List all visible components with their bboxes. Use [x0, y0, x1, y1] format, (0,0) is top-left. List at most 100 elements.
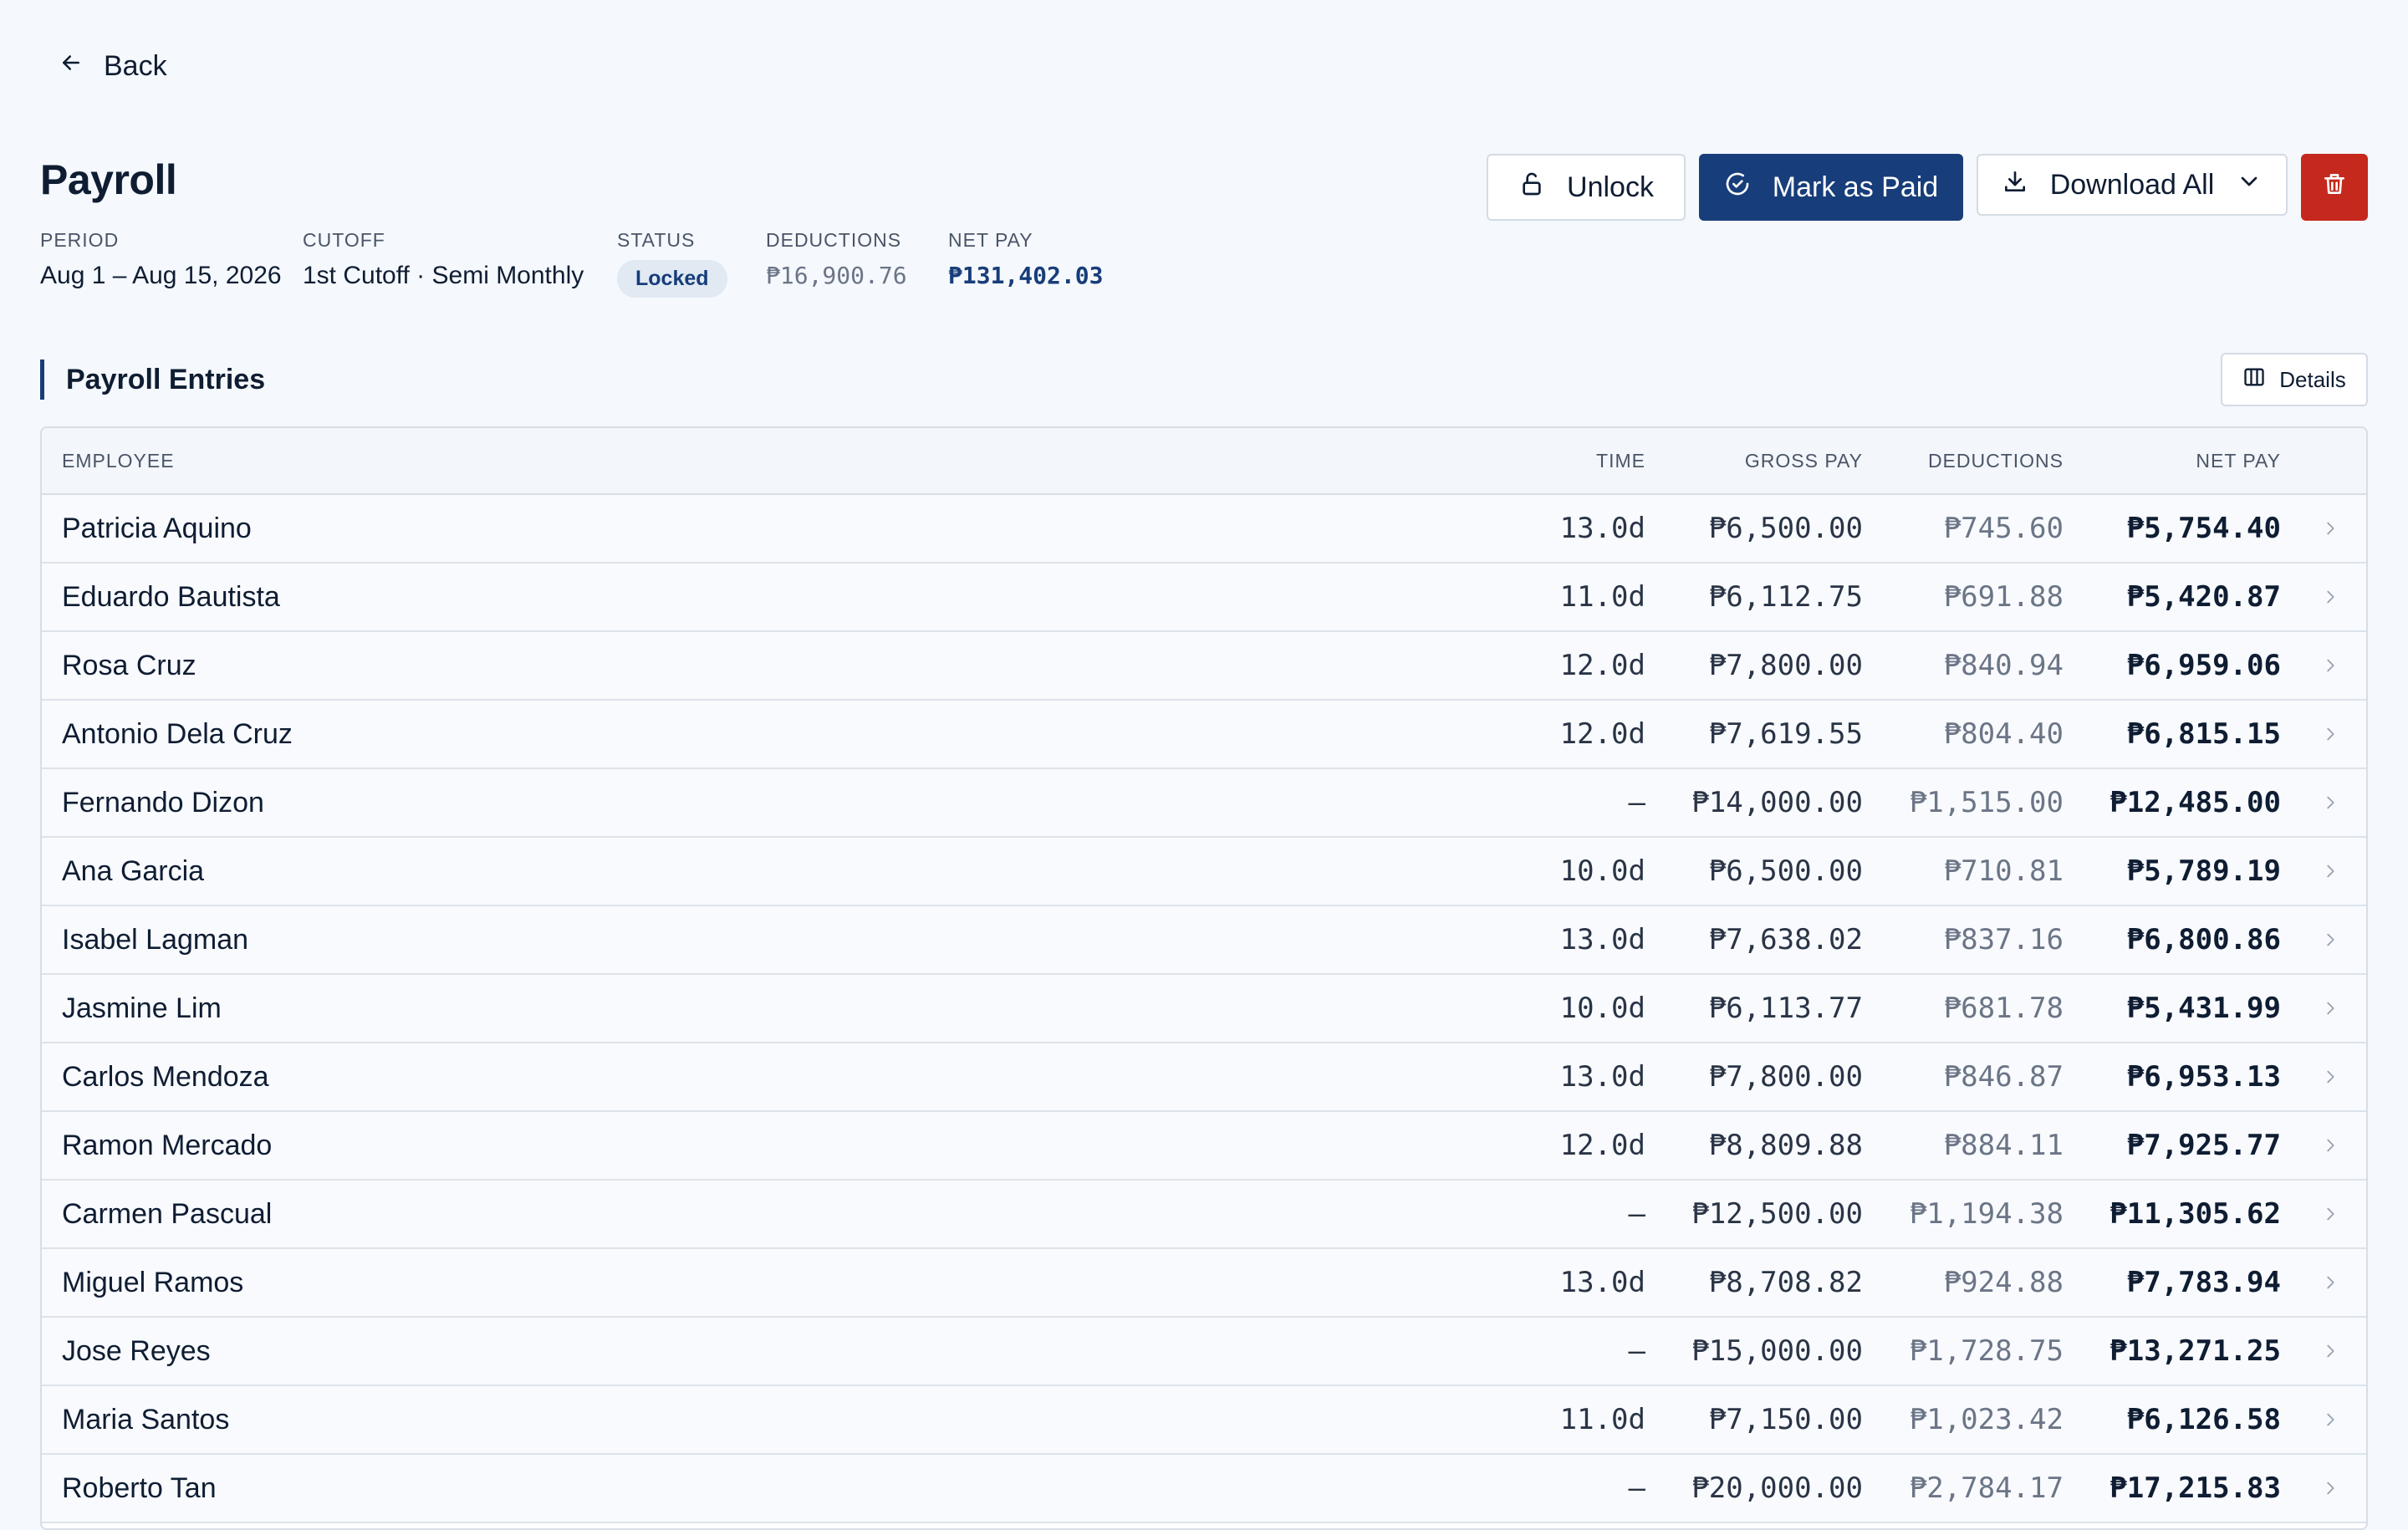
gross-pay-value: ₱7,800.00	[1708, 649, 1863, 682]
net-pay-value: ₱6,953.13	[2126, 1060, 2281, 1094]
employee-name: Rosa Cruz	[62, 650, 196, 681]
time-value: 12.0d	[1559, 717, 1645, 751]
table-row[interactable]: Ramon Mercado 12.0d ₱8,809.88 ₱884.11 ₱7,925…	[42, 1112, 2366, 1181]
status-label: STATUS	[617, 229, 696, 251]
table-row[interactable]: Maria Santos 11.0d ₱7,150.00 ₱1,023.42 ₱6,12…	[42, 1386, 2366, 1455]
gross-pay-value: ₱15,000.00	[1691, 1334, 1863, 1368]
chevron-down-icon	[2236, 168, 2263, 202]
payroll-table: EMPLOYEE TIME GROSS PAY DEDUCTIONS NET P…	[40, 426, 2368, 1530]
column-header-employee[interactable]: EMPLOYEE	[62, 428, 175, 493]
mark-as-paid-label: Mark as Paid	[1772, 171, 1939, 203]
table-row[interactable]: Jasmine Lim 10.0d ₱6,113.77 ₱681.78 ₱5,431.9…	[42, 975, 2366, 1043]
chevron-right-icon	[2321, 632, 2341, 699]
chevron-right-icon	[2321, 906, 2341, 973]
table-body: Patricia Aquino 13.0d ₱6,500.00 ₱745.60 ₱5,7…	[42, 495, 2366, 1523]
time-value: —	[1628, 1197, 1645, 1231]
net-pay-value: ₱5,420.87	[2126, 580, 2281, 614]
table-row[interactable]: Rosa Cruz 12.0d ₱7,800.00 ₱840.94 ₱6,959.06	[42, 632, 2366, 701]
deductions-value: ₱691.88	[1943, 580, 2064, 614]
meta-cutoff: CUTOFF 1st Cutoff · Semi Monthly	[303, 229, 584, 290]
time-value: 13.0d	[1559, 923, 1645, 956]
table-row[interactable]: Fernando Dizon — ₱14,000.00 ₱1,515.00 ₱12,48…	[42, 769, 2366, 838]
chevron-right-icon	[2321, 1043, 2341, 1110]
gross-pay-value: ₱6,113.77	[1708, 992, 1863, 1025]
employee-name: Jose Reyes	[62, 1335, 211, 1367]
time-value: 11.0d	[1559, 580, 1645, 614]
download-all-button[interactable]: Download All	[1977, 154, 2288, 216]
table-row[interactable]: Carmen Pascual — ₱12,500.00 ₱1,194.38 ₱11,30…	[42, 1181, 2366, 1249]
net-pay-value: ₱17,215.83	[2110, 1471, 2281, 1505]
deductions-value: ₱846.87	[1943, 1060, 2064, 1094]
table-row[interactable]: Antonio Dela Cruz 12.0d ₱7,619.55 ₱804.40 ₱6…	[42, 701, 2366, 769]
meta-deductions: DEDUCTIONS ₱16,900.76	[766, 229, 907, 289]
gross-pay-value: ₱8,708.82	[1708, 1266, 1863, 1299]
time-value: 10.0d	[1559, 854, 1645, 888]
net-pay-label: NET PAY	[948, 229, 1033, 251]
time-value: 13.0d	[1559, 512, 1645, 545]
chevron-right-icon	[2321, 1181, 2341, 1247]
gross-pay-value: ₱8,809.88	[1708, 1129, 1863, 1162]
time-value: 11.0d	[1559, 1403, 1645, 1436]
deductions-value: ₱16,900.76	[766, 262, 907, 289]
table-row[interactable]: Roberto Tan — ₱20,000.00 ₱2,784.17 ₱17,215.8…	[42, 1455, 2366, 1523]
meta-status: STATUS Locked	[617, 229, 727, 298]
deductions-value: ₱1,194.38	[1909, 1197, 2064, 1231]
chevron-right-icon	[2321, 769, 2341, 836]
employee-name: Patricia Aquino	[62, 513, 252, 544]
net-pay-value: ₱5,754.40	[2126, 512, 2281, 545]
column-header-deductions[interactable]: DEDUCTIONS	[1928, 428, 2064, 493]
meta-period: PERIOD Aug 1 – Aug 15, 2026	[40, 229, 282, 290]
column-header-gross-pay[interactable]: GROSS PAY	[1745, 428, 1863, 493]
net-pay-value: ₱7,925.77	[2126, 1129, 2281, 1162]
table-row[interactable]: Jose Reyes — ₱15,000.00 ₱1,728.75 ₱13,271.25	[42, 1318, 2366, 1386]
employee-name: Jasmine Lim	[62, 992, 222, 1024]
details-label: Details	[2279, 366, 2346, 392]
column-header-time[interactable]: TIME	[1596, 428, 1645, 493]
time-value: 12.0d	[1559, 649, 1645, 682]
deductions-value: ₱840.94	[1943, 649, 2064, 682]
time-value: 12.0d	[1559, 1129, 1645, 1162]
status-badge: Locked	[617, 260, 727, 298]
cutoff-label: CUTOFF	[303, 229, 385, 251]
table-row[interactable]: Isabel Lagman 13.0d ₱7,638.02 ₱837.16 ₱6,800…	[42, 906, 2366, 975]
period-label: PERIOD	[40, 229, 120, 251]
gross-pay-value: ₱7,619.55	[1708, 717, 1863, 751]
net-pay-value: ₱5,431.99	[2126, 992, 2281, 1025]
deductions-value: ₱710.81	[1943, 854, 2064, 888]
period-value: Aug 1 – Aug 15, 2026	[40, 262, 282, 289]
deductions-value: ₱2,784.17	[1909, 1471, 2064, 1505]
back-link[interactable]: Back	[59, 50, 167, 83]
table-row[interactable]: Ana Garcia 10.0d ₱6,500.00 ₱710.81 ₱5,789.19	[42, 838, 2366, 906]
unlock-button[interactable]: Unlock	[1487, 154, 1686, 221]
gross-pay-value: ₱7,638.02	[1708, 923, 1863, 956]
chevron-right-icon	[2321, 1386, 2341, 1453]
deductions-value: ₱884.11	[1943, 1129, 2064, 1162]
column-header-net-pay[interactable]: NET PAY	[2196, 428, 2281, 493]
net-pay-value: ₱6,815.15	[2126, 717, 2281, 751]
table-row[interactable]: Patricia Aquino 13.0d ₱6,500.00 ₱745.60 ₱5,7…	[42, 495, 2366, 564]
unlock-icon	[1518, 171, 1545, 205]
employee-name: Ana Garcia	[62, 855, 205, 887]
details-button[interactable]: Details	[2221, 353, 2368, 406]
time-value: —	[1628, 1471, 1645, 1505]
chevron-right-icon	[2321, 838, 2341, 905]
deductions-value: ₱1,728.75	[1909, 1334, 2064, 1368]
deductions-value: ₱837.16	[1943, 923, 2064, 956]
time-value: 10.0d	[1559, 992, 1645, 1025]
section-title: Payroll Entries	[40, 360, 265, 400]
mark-as-paid-button[interactable]: Mark as Paid	[1699, 154, 1963, 221]
unlock-label: Unlock	[1567, 171, 1654, 203]
table-row[interactable]: Carlos Mendoza 13.0d ₱7,800.00 ₱846.87 ₱6,95…	[42, 1043, 2366, 1112]
employee-name: Carmen Pascual	[62, 1198, 273, 1230]
deductions-value: ₱804.40	[1943, 717, 2064, 751]
deductions-label: DEDUCTIONS	[766, 229, 902, 251]
deductions-value: ₱745.60	[1943, 512, 2064, 545]
time-value: —	[1628, 1334, 1645, 1368]
gross-pay-value: ₱14,000.00	[1691, 786, 1863, 819]
employee-name: Carlos Mendoza	[62, 1061, 269, 1093]
employee-name: Miguel Ramos	[62, 1267, 244, 1298]
chevron-right-icon	[2321, 1455, 2341, 1522]
delete-button[interactable]	[2301, 154, 2368, 221]
table-row[interactable]: Miguel Ramos 13.0d ₱8,708.82 ₱924.88 ₱7,783.…	[42, 1249, 2366, 1318]
table-row[interactable]: Eduardo Bautista 11.0d ₱6,112.75 ₱691.88 ₱5,…	[42, 564, 2366, 632]
